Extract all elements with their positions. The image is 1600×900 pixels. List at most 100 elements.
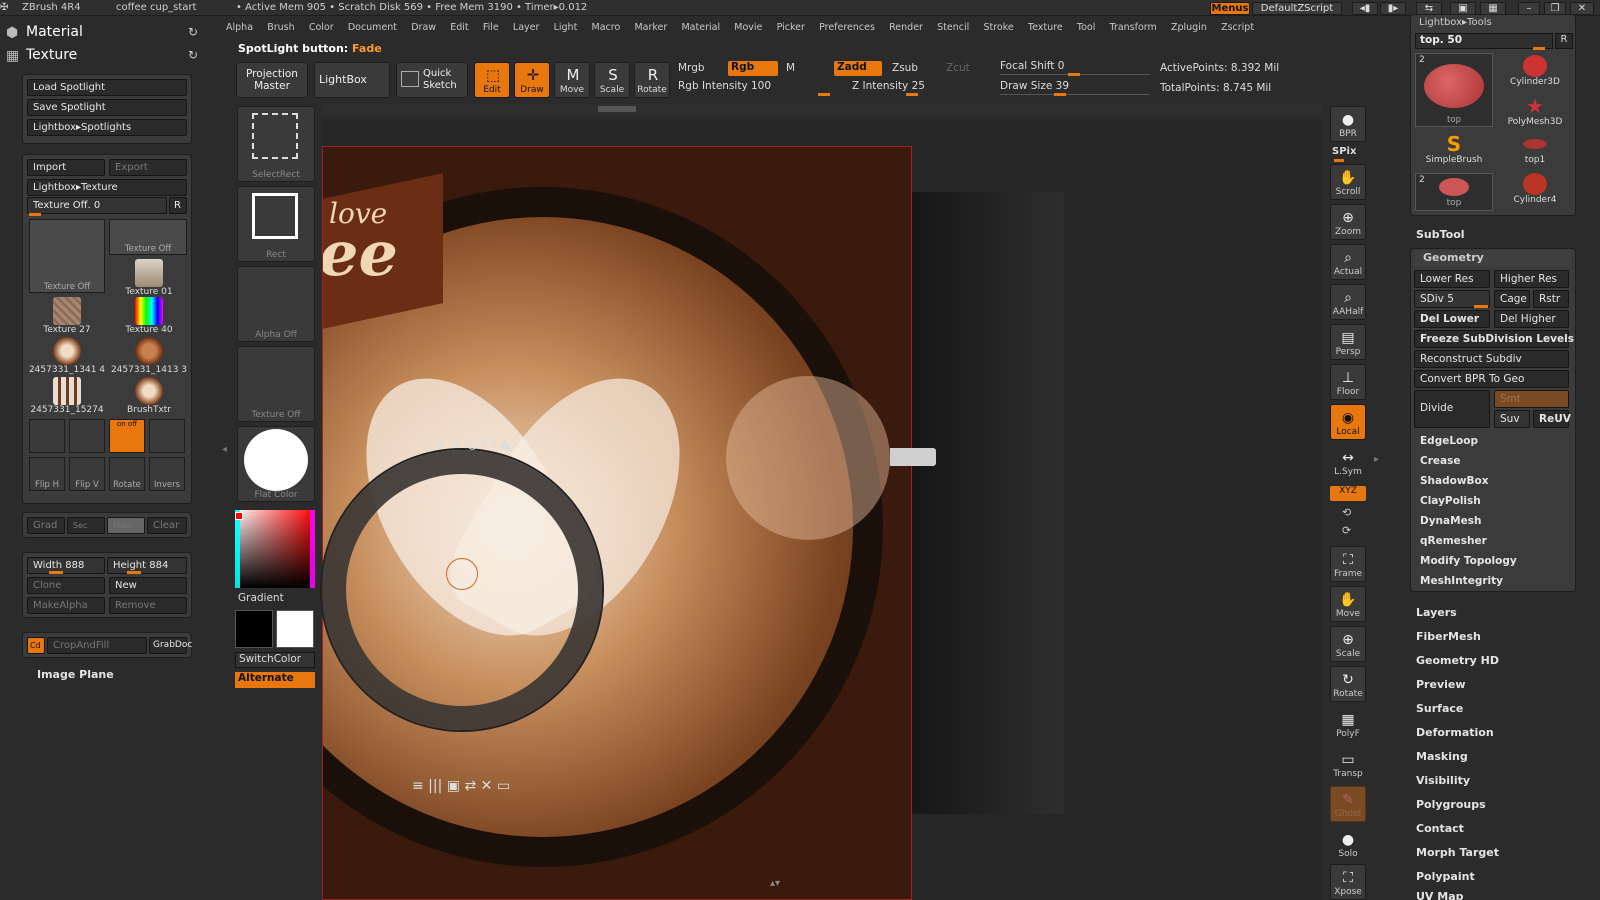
del-lower-button[interactable]: Del Lower — [1414, 310, 1490, 328]
lightbox-tools-header[interactable]: Lightbox▸Tools — [1419, 17, 1492, 28]
scale-mode-button[interactable]: S Scale — [594, 62, 630, 98]
del-higher-button[interactable]: Del Higher — [1494, 310, 1569, 328]
claypolish-menu[interactable]: ClayPolish — [1414, 492, 1569, 510]
flip-h-button[interactable]: Flip H — [29, 457, 65, 491]
scale-view-button[interactable]: ⊕ Scale — [1330, 626, 1366, 662]
menu-color[interactable]: Color — [309, 22, 334, 33]
menu-edit[interactable]: Edit — [450, 22, 468, 33]
reconstruct-subdiv-button[interactable]: Reconstruct Subdiv — [1414, 350, 1569, 368]
dial-icon[interactable] — [69, 419, 105, 453]
width-slider[interactable]: Width 888 — [27, 557, 105, 574]
alpha-selector[interactable]: Alpha Off — [237, 266, 315, 342]
texture-coffee-item-2[interactable]: 2457331_1413 3 — [109, 337, 189, 377]
texture-coffee-item-1[interactable]: 2457331_1341 4 — [27, 337, 107, 377]
convert-bpr-button[interactable]: Convert BPR To Geo — [1414, 370, 1569, 388]
shadowbox-menu[interactable]: ShadowBox — [1414, 472, 1569, 490]
invert-button[interactable]: Invers — [149, 457, 185, 491]
default-zscript-button[interactable]: DefaultZScript — [1252, 2, 1342, 15]
r-button[interactable]: R — [169, 197, 187, 214]
zsub-toggle[interactable]: Zsub — [892, 62, 918, 74]
quick-sketch-button[interactable]: Quick Sketch — [396, 62, 468, 98]
modify-topology-menu[interactable]: Modify Topology — [1414, 552, 1569, 570]
freeze-subdivision-button[interactable]: Freeze SubDivision Levels — [1414, 330, 1574, 348]
dial-icon[interactable] — [29, 419, 65, 453]
clear-button[interactable]: Clear — [147, 517, 187, 534]
persp-button[interactable]: ▤ Persp — [1330, 324, 1366, 360]
lightbox-spotlights-button[interactable]: Lightbox▸Spotlights — [27, 119, 187, 136]
brush-selector-selectrect[interactable]: SelectRect — [237, 106, 315, 182]
dial-tools-icons[interactable]: ✎ ✎ ◎ ❐ ▲ — [434, 436, 511, 452]
masking-menu[interactable]: Masking — [1416, 750, 1468, 763]
rotate-view-button[interactable]: ↻ Rotate — [1330, 666, 1366, 702]
menu-marker[interactable]: Marker — [634, 22, 667, 33]
transp-button[interactable]: ▭ Transp — [1330, 746, 1366, 782]
menu-light[interactable]: Light — [554, 22, 578, 33]
polygroups-menu[interactable]: Polygroups — [1416, 798, 1486, 811]
menu-stencil[interactable]: Stencil — [937, 22, 969, 33]
local-button[interactable]: ◉ Local — [1330, 404, 1366, 440]
tool-simplebrush[interactable]: S SimpleBrush — [1415, 133, 1493, 169]
document-canvas[interactable]: love ee ✎ ✎ ◎ ❐ ▲ ≡ ||| ▣ ⇄ ✕ ▭ ▴▾ — [322, 120, 1322, 900]
material-selector[interactable]: Flat Color — [237, 426, 315, 502]
height-slider[interactable]: Height 884 — [107, 557, 187, 574]
grad-button[interactable]: Grad — [27, 517, 65, 534]
menu-macro[interactable]: Macro — [592, 22, 621, 33]
spix-slider[interactable]: SPix — [1332, 146, 1356, 157]
layers-menu[interactable]: Layers — [1416, 606, 1457, 619]
menu-render[interactable]: Render — [889, 22, 923, 33]
crease-menu[interactable]: Crease — [1414, 452, 1569, 470]
collapse-left-icon[interactable]: ◂ — [222, 444, 227, 455]
scroll-left-icon[interactable]: ◂▮ — [1352, 2, 1378, 15]
refresh-icon[interactable]: ↻ — [188, 25, 198, 39]
m-toggle[interactable]: M — [786, 62, 795, 74]
reuv-button[interactable]: ReUV — [1533, 410, 1571, 428]
move-mode-button[interactable]: M Move — [554, 62, 590, 98]
alternate-button[interactable]: Alternate — [235, 672, 315, 688]
menu-stroke[interactable]: Stroke — [983, 22, 1013, 33]
visibility-menu[interactable]: Visibility — [1416, 774, 1470, 787]
z-intensity-slider[interactable]: Z Intensity 25 — [852, 80, 925, 92]
flip-v-button[interactable]: Flip V — [69, 457, 105, 491]
rgb-intensity-slider[interactable]: Rgb Intensity 100 — [678, 80, 771, 92]
lsym-button[interactable]: ↔ L.Sym — [1330, 444, 1366, 480]
color-hue-strip[interactable] — [235, 510, 315, 588]
zadd-toggle[interactable]: Zadd — [834, 61, 882, 76]
texture-collage-item[interactable]: 2457331_15274 — [27, 377, 107, 417]
texture-selector[interactable]: Texture Off — [237, 346, 315, 422]
cage-button[interactable]: Cage — [1494, 290, 1530, 308]
material-label[interactable]: Material — [26, 24, 83, 40]
menu-draw[interactable]: Draw — [411, 22, 436, 33]
menu-zscript[interactable]: Zscript — [1221, 22, 1254, 33]
move-view-button[interactable]: ✋ Move — [1330, 586, 1366, 622]
menu-preferences[interactable]: Preferences — [819, 22, 875, 33]
menu-tool[interactable]: Tool — [1077, 22, 1095, 33]
contact-menu[interactable]: Contact — [1416, 822, 1464, 835]
draw-size-slider[interactable]: Draw Size 39 — [1000, 80, 1069, 92]
suv-toggle[interactable]: Suv — [1494, 410, 1530, 428]
tool-polymesh3d[interactable]: ★ PolyMesh3D — [1497, 95, 1573, 131]
main-color-swatch[interactable] — [276, 610, 314, 648]
geometry-header[interactable]: Geometry — [1415, 251, 1571, 267]
menu-alpha[interactable]: Alpha — [226, 22, 253, 33]
menu-material[interactable]: Material — [681, 22, 720, 33]
edit-mode-button[interactable]: ⬚ Edit — [474, 62, 510, 98]
aahalf-button[interactable]: ⌕ AAHalf — [1330, 284, 1366, 320]
mrgb-toggle[interactable]: Mrgb — [678, 62, 705, 74]
export-button[interactable]: Export — [109, 159, 187, 176]
texture-label[interactable]: Texture — [26, 47, 77, 63]
frame-button[interactable]: ⛶ Frame — [1330, 546, 1366, 582]
higher-res-button[interactable]: Higher Res — [1494, 270, 1569, 288]
ghost-button[interactable]: ✎ Ghost — [1330, 786, 1366, 822]
tool-slot-top-current[interactable]: 2 top — [1415, 53, 1493, 127]
grabdoc-button[interactable]: GrabDoc — [149, 637, 192, 654]
rotate-mode-button[interactable]: R Rotate — [634, 62, 670, 98]
polyf-button[interactable]: ▦ PolyF — [1330, 706, 1366, 742]
brushtxtr-item[interactable]: BrushTxtr — [109, 377, 189, 417]
spotlight-dial[interactable] — [322, 450, 602, 730]
uv-map-menu[interactable]: UV Map — [1416, 890, 1464, 900]
rgb-toggle[interactable]: Rgb — [728, 61, 778, 76]
texture-40-item[interactable]: Texture 40 — [109, 297, 189, 337]
sec-button[interactable]: Sec — [67, 517, 105, 534]
menu-texture[interactable]: Texture — [1028, 22, 1063, 33]
actual-button[interactable]: ⌕ Actual — [1330, 244, 1366, 280]
